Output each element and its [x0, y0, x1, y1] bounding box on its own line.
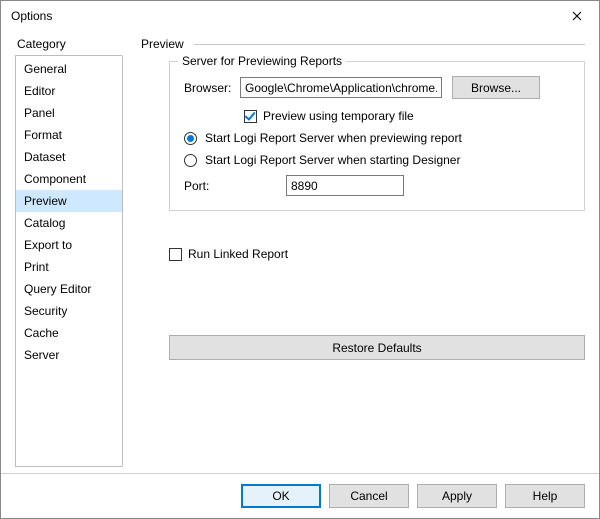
category-item[interactable]: Security: [16, 300, 122, 322]
category-item[interactable]: Print: [16, 256, 122, 278]
category-item[interactable]: Export to: [16, 234, 122, 256]
ok-button[interactable]: OK: [241, 484, 321, 508]
section-header: Preview: [141, 37, 585, 51]
apply-button[interactable]: Apply: [417, 484, 497, 508]
category-item[interactable]: Dataset: [16, 146, 122, 168]
category-label: Category: [15, 37, 123, 51]
start-on-designer-label: Start Logi Report Server when starting D…: [205, 153, 460, 167]
preview-temp-checkbox[interactable]: [244, 110, 257, 123]
category-list[interactable]: GeneralEditorPanelFormatDatasetComponent…: [15, 55, 123, 467]
browser-label: Browser:: [184, 81, 240, 95]
category-item[interactable]: General: [16, 58, 122, 80]
category-item[interactable]: Server: [16, 344, 122, 366]
section-heading: Preview: [141, 37, 184, 51]
groupbox-title: Server for Previewing Reports: [178, 54, 346, 68]
browse-button[interactable]: Browse...: [452, 76, 540, 99]
run-linked-checkbox[interactable]: [169, 248, 182, 261]
dialog-footer: OK Cancel Apply Help: [1, 473, 599, 518]
restore-defaults-button[interactable]: Restore Defaults: [169, 335, 585, 360]
category-item[interactable]: Preview: [16, 190, 122, 212]
help-button[interactable]: Help: [505, 484, 585, 508]
category-item[interactable]: Component: [16, 168, 122, 190]
category-item[interactable]: Editor: [16, 80, 122, 102]
start-on-preview-label: Start Logi Report Server when previewing…: [205, 131, 462, 145]
port-input[interactable]: [286, 175, 404, 196]
category-item[interactable]: Format: [16, 124, 122, 146]
run-linked-label: Run Linked Report: [188, 247, 288, 261]
window-title: Options: [11, 9, 557, 23]
server-preview-groupbox: Server for Previewing Reports Browser: B…: [169, 61, 585, 211]
close-icon[interactable]: [557, 2, 597, 30]
preview-temp-label: Preview using temporary file: [263, 109, 414, 123]
category-item[interactable]: Panel: [16, 102, 122, 124]
port-label: Port:: [184, 179, 286, 193]
cancel-button[interactable]: Cancel: [329, 484, 409, 508]
start-on-designer-radio[interactable]: [184, 154, 197, 167]
browser-input[interactable]: [240, 77, 442, 98]
divider: [194, 44, 585, 45]
options-dialog: Options Category GeneralEditorPanelForma…: [0, 0, 600, 519]
titlebar: Options: [1, 1, 599, 31]
category-item[interactable]: Query Editor: [16, 278, 122, 300]
category-item[interactable]: Cache: [16, 322, 122, 344]
category-item[interactable]: Catalog: [16, 212, 122, 234]
start-on-preview-radio[interactable]: [184, 132, 197, 145]
